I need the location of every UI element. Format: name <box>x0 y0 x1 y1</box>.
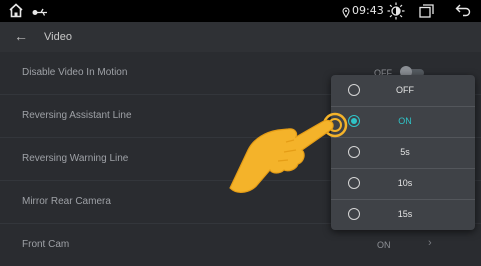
setting-label: Reversing Assistant Line <box>22 110 132 121</box>
clock: 09:43 <box>352 4 384 17</box>
setting-row-front-cam[interactable]: Front Cam ON › <box>0 224 481 266</box>
option-label: 15s <box>397 209 413 219</box>
home-icon[interactable] <box>8 3 24 23</box>
option-15s[interactable]: 15s <box>331 199 475 230</box>
screen: 09:43 ← Video Disable Video In Motion OF… <box>0 0 481 266</box>
location-icon <box>342 5 350 23</box>
usb-icon <box>32 5 48 23</box>
chevron-right-icon: › <box>428 237 432 249</box>
setting-label: Front Cam <box>22 239 70 250</box>
radio-button[interactable] <box>348 208 360 220</box>
option-off[interactable]: OFF <box>331 75 475 107</box>
back-arrow-icon[interactable]: ← <box>14 28 28 44</box>
setting-label: Reversing Warning Line <box>22 153 129 164</box>
back-icon[interactable] <box>455 4 471 22</box>
setting-label: Disable Video In Motion <box>22 67 128 78</box>
option-label: ON <box>398 116 412 126</box>
setting-label: Mirror Rear Camera <box>22 196 111 207</box>
recent-apps-icon[interactable] <box>419 4 434 23</box>
page-title: Video <box>44 31 72 43</box>
option-label: OFF <box>396 85 414 95</box>
option-label: 5s <box>400 147 410 157</box>
title-bar: ← Video <box>0 22 481 52</box>
pointing-hand-icon <box>228 108 358 203</box>
radio-button[interactable] <box>348 84 360 96</box>
option-label: 10s <box>397 178 413 188</box>
status-bar: 09:43 <box>0 0 481 22</box>
setting-value: ON <box>377 240 391 250</box>
